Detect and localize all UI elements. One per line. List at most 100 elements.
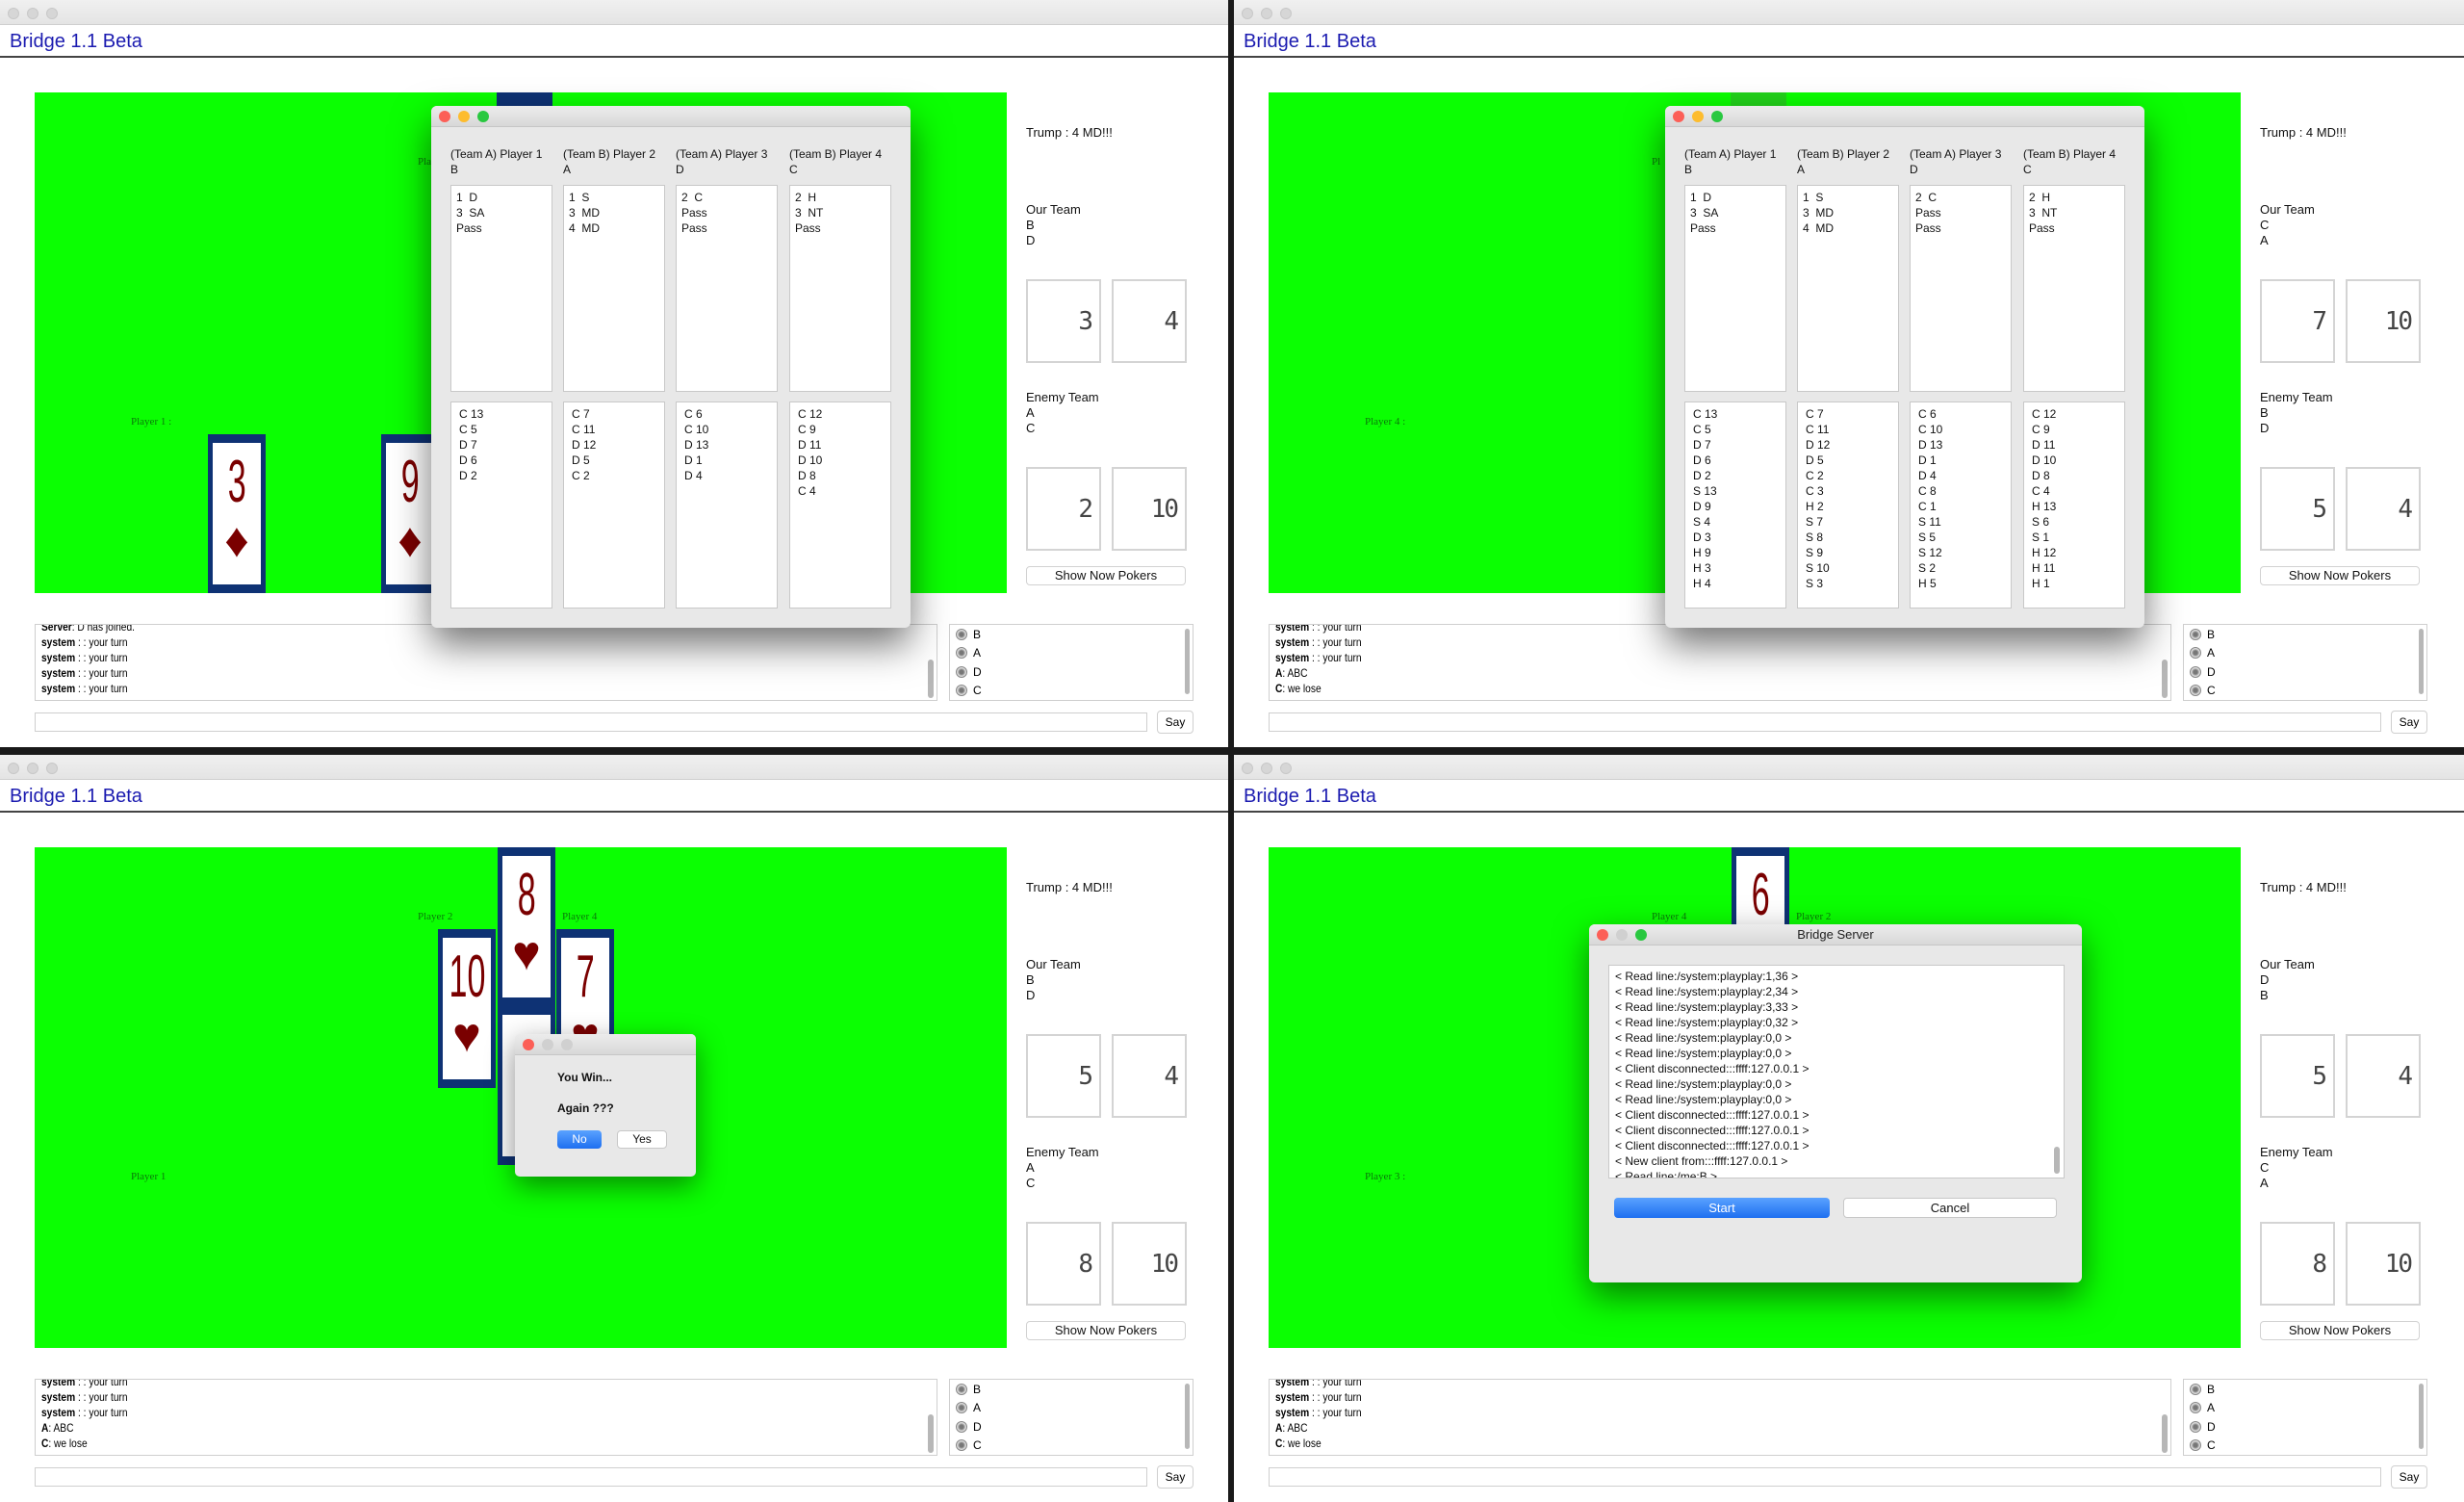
- chat-log[interactable]: system : : your turn system : : your tur…: [35, 1379, 937, 1456]
- chat-line: system : : your turn: [41, 666, 128, 680]
- show-now-pokers-button[interactable]: Show Now Pokers: [1026, 1321, 1186, 1340]
- user-item[interactable]: A: [2184, 1399, 2426, 1418]
- user-item[interactable]: B: [950, 625, 1193, 644]
- user-item[interactable]: A: [950, 644, 1193, 663]
- user-list-scrollbar[interactable]: [2419, 629, 2424, 694]
- chat-log[interactable]: system : : your turn system : : your tur…: [1269, 1379, 2171, 1456]
- bridge-window-1: Bridge 1.1 Beta Player 1 : Pla 3 ♦ 9 ♦ Tru…: [0, 0, 1228, 747]
- server-log[interactable]: < Read line:/system:playplay:1,36 > < Rea…: [1608, 965, 2065, 1178]
- user-item[interactable]: A: [950, 1399, 1193, 1418]
- lcd-value: 4: [2398, 494, 2413, 524]
- dialog-titlebar: [1665, 106, 2144, 127]
- close-button[interactable]: [523, 1039, 534, 1050]
- log-scrollbar[interactable]: [2054, 1147, 2060, 1174]
- close-button[interactable]: [8, 8, 19, 19]
- team-member: D: [2260, 421, 2270, 435]
- chat-line: system : : your turn: [41, 682, 128, 695]
- user-list[interactable]: B A D C: [949, 624, 1194, 701]
- hand-list: C 13 C 5 D 7 D 6 D 2 S 13 D 9 S 4 D 3 H …: [1684, 401, 1786, 609]
- zoom-button[interactable]: [1635, 929, 1647, 941]
- user-list-scrollbar[interactable]: [2419, 1384, 2424, 1449]
- bid-list: 1 D 3 SA Pass: [450, 185, 552, 392]
- chat-scrollbar[interactable]: [928, 660, 934, 698]
- lcd-value: 8: [1078, 1249, 1093, 1279]
- close-button[interactable]: [1242, 8, 1253, 19]
- bridge-server-dialog: Bridge Server < Read line:/system:playpl…: [1589, 924, 2082, 1282]
- close-button[interactable]: [1242, 763, 1253, 774]
- chat-input[interactable]: [1269, 712, 2381, 732]
- bid-list: 2 C Pass Pass: [676, 185, 778, 392]
- bidding-dialog: (Team A) Player 1B (Team B) Player 2A (T…: [1665, 106, 2144, 628]
- user-item[interactable]: C: [2184, 1437, 2426, 1456]
- say-button[interactable]: Say: [1157, 1465, 1194, 1489]
- user-list[interactable]: B A D C: [2183, 624, 2427, 701]
- our-team-score-lcd: 7: [2260, 279, 2335, 363]
- chat-log[interactable]: system : : your turn system : : your tur…: [1269, 624, 2171, 701]
- say-button[interactable]: Say: [2391, 1465, 2427, 1489]
- user-list-scrollbar[interactable]: [1185, 629, 1190, 694]
- zoom-button[interactable]: [46, 8, 58, 19]
- zoom-button[interactable]: [1280, 8, 1292, 19]
- player-label: Pla: [418, 156, 432, 168]
- chat-input[interactable]: [35, 712, 1147, 732]
- no-button[interactable]: No: [557, 1130, 602, 1149]
- say-button[interactable]: Say: [1157, 711, 1194, 734]
- heart-icon: ♥: [512, 926, 541, 980]
- show-now-pokers-button[interactable]: Show Now Pokers: [1026, 566, 1186, 585]
- zoom-button[interactable]: [1280, 763, 1292, 774]
- close-button[interactable]: [8, 763, 19, 774]
- show-now-pokers-button[interactable]: Show Now Pokers: [2260, 1321, 2420, 1340]
- log-line: < Read line:/system:playplay:0,0 >: [1615, 1031, 1792, 1045]
- lcd-value: 10: [2384, 1249, 2413, 1279]
- minimize-button[interactable]: [27, 763, 38, 774]
- minimize-button[interactable]: [1261, 763, 1272, 774]
- user-list[interactable]: B A D C: [949, 1379, 1194, 1456]
- user-item[interactable]: B: [2184, 1380, 2426, 1399]
- user-item[interactable]: B: [950, 1380, 1193, 1399]
- user-list-scrollbar[interactable]: [1185, 1384, 1190, 1449]
- say-button[interactable]: Say: [2391, 711, 2427, 734]
- minimize-button[interactable]: [27, 8, 38, 19]
- played-card[interactable]: 3 ♦: [208, 434, 266, 593]
- chat-scrollbar[interactable]: [928, 1414, 934, 1453]
- zoom-button[interactable]: [46, 763, 58, 774]
- played-card[interactable]: 8 ♥: [498, 847, 555, 1006]
- played-card[interactable]: 9 ♦: [381, 434, 439, 593]
- log-line: < Client disconnected:::ffff:127.0.0.1 >: [1615, 1139, 1810, 1152]
- chat-input[interactable]: [35, 1467, 1147, 1487]
- user-item[interactable]: A: [2184, 644, 2426, 663]
- close-button[interactable]: [439, 111, 450, 122]
- minimize-button[interactable]: [458, 111, 470, 122]
- zoom-button[interactable]: [1711, 111, 1723, 122]
- chat-log[interactable]: Server: D has joined. system : : your tu…: [35, 624, 937, 701]
- user-item[interactable]: C: [950, 682, 1193, 701]
- minimize-button: [542, 1039, 553, 1050]
- user-item[interactable]: D: [2184, 662, 2426, 682]
- played-card[interactable]: 10 ♥: [438, 929, 496, 1088]
- enemy-team-score-lcd: 10: [1112, 467, 1187, 551]
- show-now-pokers-button[interactable]: Show Now Pokers: [2260, 566, 2420, 585]
- minimize-button[interactable]: [1692, 111, 1704, 122]
- cancel-button[interactable]: Cancel: [1843, 1198, 2057, 1218]
- start-button[interactable]: Start: [1614, 1198, 1830, 1218]
- minimize-button[interactable]: [1261, 8, 1272, 19]
- zoom-button[interactable]: [477, 111, 489, 122]
- user-item[interactable]: C: [2184, 682, 2426, 701]
- yes-button[interactable]: Yes: [617, 1130, 667, 1149]
- user-item[interactable]: D: [2184, 1417, 2426, 1437]
- chat-scrollbar[interactable]: [2162, 1414, 2168, 1453]
- user-item[interactable]: C: [950, 1437, 1193, 1456]
- team-member: B: [1026, 218, 1035, 232]
- close-button[interactable]: [1597, 929, 1608, 941]
- user-item[interactable]: D: [950, 1417, 1193, 1437]
- user-item[interactable]: D: [950, 662, 1193, 682]
- user-list[interactable]: B A D C: [2183, 1379, 2427, 1456]
- enemy-team-label: Enemy Team: [1026, 390, 1099, 404]
- team-member: C: [2260, 1160, 2270, 1175]
- user-item[interactable]: B: [2184, 625, 2426, 644]
- close-button[interactable]: [1673, 111, 1684, 122]
- user-avatar-icon: [956, 665, 967, 678]
- chat-input[interactable]: [1269, 1467, 2381, 1487]
- chat-line: system : : your turn: [1275, 651, 1362, 664]
- chat-scrollbar[interactable]: [2162, 660, 2168, 698]
